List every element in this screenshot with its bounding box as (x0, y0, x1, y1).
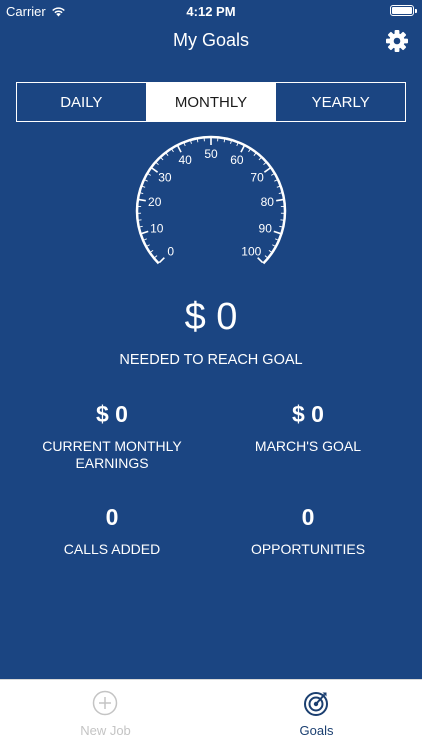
gauge-tick-label: 100 (241, 244, 261, 258)
gauge-minor-tick (165, 153, 169, 156)
gauge-minor-tick (196, 139, 199, 143)
status-bar: Carrier 4:12 PM (0, 0, 422, 22)
tab-new-job-label: New Job (80, 723, 131, 738)
gauge-minor-tick (223, 139, 226, 143)
current-earnings-stat: $ 0 CURRENT MONTHLY EARNINGS (12, 401, 212, 472)
gauge-major-tick (141, 230, 149, 235)
gauge-minor-tick (258, 157, 262, 161)
segment-monthly[interactable]: MONTHLY (145, 83, 276, 121)
gauge-minor-tick (236, 142, 239, 147)
gauge-major-tick (263, 167, 271, 173)
gauge-major-tick (257, 257, 264, 264)
gauge-tick-label: 40 (178, 153, 192, 167)
gauge-tick-label: 80 (261, 195, 275, 209)
gauge-minor-tick (248, 149, 251, 153)
gauge-minor-tick (154, 255, 158, 258)
gauge-major-tick (276, 198, 284, 202)
gauge-major-tick (240, 145, 245, 153)
segment-yearly[interactable]: YEARLY (275, 83, 405, 121)
gauge-minor-tick (142, 185, 146, 188)
amount-needed-caption: NEEDED TO REACH GOAL (119, 352, 303, 368)
goal-gauge: 010 20 30 40 50 60 70 80 90 100 (135, 135, 287, 265)
period-segmented-control: DAILY MONTHLY YEARLY (16, 82, 406, 122)
current-earnings-label: CURRENT MONTHLY EARNINGS (42, 438, 182, 471)
month-goal-stat: $ 0 MARCH'S GOAL (208, 401, 408, 455)
gauge-major-tick (273, 230, 281, 235)
gauge-minor-tick (253, 153, 257, 156)
opportunities-label: OPPORTUNITIES (250, 541, 366, 557)
gauge-minor-tick (276, 185, 280, 188)
calls-added-value: 0 (105, 504, 119, 530)
gauge-tick-label: 0 (167, 244, 174, 258)
gauge-major-tick (158, 257, 165, 264)
gear-icon (386, 30, 408, 52)
gauge-minor-tick (268, 249, 272, 253)
opportunities-stat: 0 OPPORTUNITIES (208, 504, 408, 558)
settings-button[interactable] (384, 28, 410, 54)
gauge-minor-tick (190, 140, 192, 144)
segment-daily[interactable]: DAILY (17, 83, 146, 121)
page-title: My Goals (172, 30, 250, 50)
gauge-minor-tick (143, 238, 147, 241)
gauge-minor-tick (264, 255, 268, 258)
gauge-minor-tick (183, 142, 186, 147)
gauge-tick-label: 30 (158, 170, 172, 184)
gauge-minor-tick (171, 149, 174, 153)
amount-needed: $ 0 (184, 296, 238, 338)
gauge-minor-tick (147, 173, 151, 176)
gauge-minor-tick (155, 162, 159, 166)
target-icon (304, 692, 328, 716)
gauge-minor-tick (230, 140, 232, 144)
tab-bar: New Job Goals (0, 679, 422, 750)
gauge-tick-label: 60 (230, 153, 244, 167)
gauge-tick-label: 70 (250, 170, 264, 184)
gauge-minor-tick (150, 249, 154, 253)
tab-goals[interactable]: Goals (211, 680, 422, 750)
gauge-minor-tick (271, 173, 275, 176)
gauge-minor-tick (144, 179, 148, 182)
gauge-minor-tick (275, 238, 279, 241)
gauge-tick-label: 10 (150, 222, 164, 236)
status-time: 4:12 PM (186, 4, 236, 19)
gauge-minor-tick (278, 192, 282, 195)
gauge-tick-label: 90 (259, 222, 273, 236)
tab-new-job[interactable]: New Job (0, 680, 211, 750)
gauge-minor-tick (272, 244, 276, 247)
gauge-minor-tick (279, 225, 283, 228)
calls-added-stat: 0 CALLS ADDED (12, 504, 212, 558)
month-goal-value: $ 0 (292, 401, 324, 427)
gauge-minor-tick (263, 162, 267, 166)
gauge-major-tick (138, 198, 146, 202)
gauge-minor-tick (160, 157, 164, 161)
gauge-minor-tick (274, 179, 278, 182)
plus-circle-icon (92, 690, 118, 716)
tab-goals-label: Goals (299, 723, 334, 738)
gauge-major-tick (151, 167, 159, 173)
opportunities-value: 0 (301, 504, 315, 530)
gauge-tick-label: 20 (148, 195, 162, 209)
gauge-minor-tick (146, 244, 150, 247)
current-earnings-value: $ 0 (96, 401, 128, 427)
month-goal-label: MARCH'S GOAL (254, 438, 362, 454)
calls-added-label: CALLS ADDED (63, 541, 161, 557)
gauge-minor-tick (139, 225, 143, 228)
gauge-major-tick (177, 145, 182, 153)
gauge-minor-tick (140, 192, 144, 195)
gauge-tick-label: 50 (204, 147, 218, 161)
battery-icon (390, 5, 417, 16)
